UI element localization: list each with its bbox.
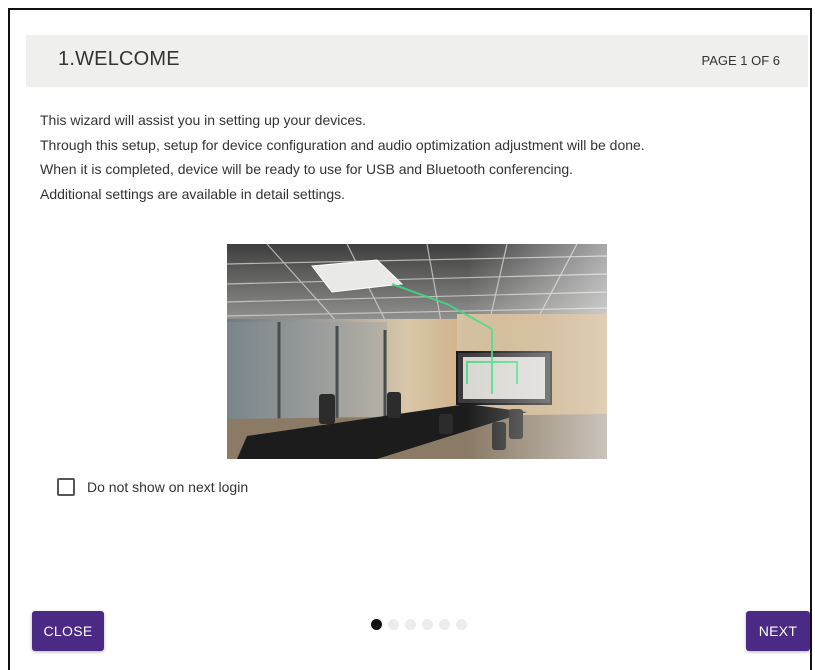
next-button[interactable]: NEXT [746, 611, 810, 651]
do-not-show-row[interactable]: Do not show on next login [57, 478, 248, 496]
do-not-show-checkbox[interactable] [57, 478, 75, 496]
page-dot-2[interactable] [388, 619, 399, 630]
wizard-header: 1.WELCOME PAGE 1 OF 6 [26, 35, 808, 87]
intro-text: This wizard will assist you in setting u… [40, 108, 800, 206]
page-dot-6[interactable] [456, 619, 467, 630]
pagination-dots [371, 619, 467, 630]
intro-line: This wizard will assist you in setting u… [40, 112, 367, 128]
do-not-show-label[interactable]: Do not show on next login [87, 479, 248, 495]
page-dot-4[interactable] [422, 619, 433, 630]
intro-line: When it is completed, device will be rea… [40, 161, 574, 177]
page-title: 1.WELCOME [58, 48, 180, 70]
page-dot-1[interactable] [371, 619, 382, 630]
close-button[interactable]: CLOSE [32, 611, 104, 651]
intro-line: Through this setup, setup for device con… [40, 136, 645, 153]
page-indicator: PAGE 1 OF 6 [701, 53, 780, 68]
conference-room-illustration [227, 244, 607, 459]
page-dot-3[interactable] [405, 619, 416, 630]
page-dot-5[interactable] [439, 619, 450, 630]
intro-line: Additional settings are available in det… [40, 185, 346, 202]
